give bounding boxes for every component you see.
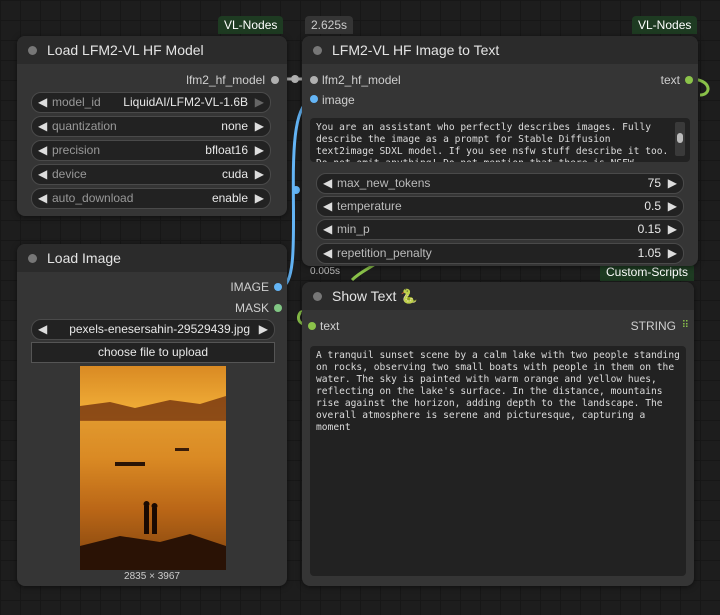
repetition-penalty-number[interactable]: ◀ repetition_penalty 1.05 ▶	[316, 243, 684, 264]
right-arrow-icon[interactable]: ▶	[668, 244, 677, 263]
node-title: Load Image	[47, 250, 121, 266]
prompt-textarea[interactable]: You are an assistant who perfectly descr…	[310, 118, 690, 162]
show-text-node[interactable]: Show Text 🐍 text STRING ⠿ A tranquil sun…	[302, 282, 694, 586]
left-arrow-icon[interactable]: ◀	[323, 197, 332, 216]
left-arrow-icon[interactable]: ◀	[38, 165, 47, 184]
right-arrow-icon[interactable]: ▶	[668, 197, 677, 216]
text-output-label: text	[660, 73, 680, 87]
output-label: lfm2_hf_model	[186, 73, 265, 87]
right-arrow-icon[interactable]: ▶	[255, 117, 264, 136]
image-output-label: IMAGE	[230, 280, 269, 294]
image-to-text-node[interactable]: LFM2-VL HF Image to Text lfm2_hf_model i…	[302, 36, 698, 266]
left-arrow-icon[interactable]: ◀	[38, 93, 47, 112]
model-input-label: lfm2_hf_model	[322, 73, 401, 87]
collapse-dot[interactable]	[313, 46, 322, 55]
image-to-text-header[interactable]: LFM2-VL HF Image to Text	[302, 36, 698, 64]
node-title: LFM2-VL HF Image to Text	[332, 42, 500, 58]
device-combo[interactable]: ◀ device cuda ▶	[31, 164, 271, 185]
load-image-header[interactable]: Load Image	[17, 244, 287, 272]
right-arrow-icon[interactable]: ▶	[668, 220, 677, 239]
collapse-dot[interactable]	[313, 292, 322, 301]
execution-time-top: 2.625s	[305, 16, 354, 34]
quantization-combo[interactable]: ◀ quantization none ▶	[31, 116, 271, 137]
text-output-dot[interactable]	[685, 76, 693, 84]
textarea-scrollbar[interactable]	[675, 122, 685, 156]
node-title: Load LFM2-VL HF Model	[47, 42, 204, 58]
text-input-dot[interactable]	[308, 322, 316, 330]
model-link-midpoint	[291, 75, 299, 83]
image-output-dot[interactable]	[274, 283, 282, 291]
vl-nodes-tag-right: VL-Nodes	[632, 16, 698, 34]
upload-button[interactable]: choose file to upload	[31, 342, 275, 363]
image-input-label: image	[322, 93, 355, 107]
grid-output-icon[interactable]: ⠿	[682, 320, 689, 331]
model-input-dot[interactable]	[310, 76, 318, 84]
image-preview	[80, 366, 226, 570]
image-link-midpoint	[292, 186, 300, 194]
min-p-number[interactable]: ◀ min_p 0.15 ▶	[316, 219, 684, 240]
image-dimensions: 2835 × 3967	[124, 571, 180, 582]
left-arrow-icon[interactable]: ◀	[323, 220, 332, 239]
right-arrow-icon[interactable]: ▶	[668, 174, 677, 193]
right-arrow-icon[interactable]: ▶	[255, 189, 264, 208]
model-id-combo[interactable]: ◀ model_id LiquidAI/LFM2-VL-1.6B ▶	[31, 92, 271, 113]
max-new-tokens-number[interactable]: ◀ max_new_tokens 75 ▶	[316, 173, 684, 194]
collapse-dot[interactable]	[28, 254, 37, 263]
output-dot[interactable]	[271, 76, 279, 84]
temperature-number[interactable]: ◀ temperature 0.5 ▶	[316, 196, 684, 217]
left-arrow-icon[interactable]: ◀	[38, 189, 47, 208]
right-arrow-icon[interactable]: ▶	[259, 320, 268, 339]
left-arrow-icon[interactable]: ◀	[38, 141, 47, 160]
load-model-header[interactable]: Load LFM2-VL HF Model	[17, 36, 287, 64]
image-file-combo[interactable]: ◀ pexels-enesersahin-29529439.jpg ▶	[31, 319, 275, 340]
show-text-header[interactable]: Show Text 🐍	[302, 282, 694, 310]
mask-output-label: MASK	[234, 301, 269, 315]
load-model-node[interactable]: Load LFM2-VL HF Model lfm2_hf_model ◀ mo…	[17, 36, 287, 216]
left-arrow-icon[interactable]: ◀	[323, 244, 332, 263]
precision-combo[interactable]: ◀ precision bfloat16 ▶	[31, 140, 271, 161]
left-arrow-icon[interactable]: ◀	[38, 320, 47, 339]
load-image-node[interactable]: Load Image IMAGE MASK ◀ pexels-enesersah…	[17, 244, 287, 586]
right-arrow-icon[interactable]: ▶	[255, 165, 264, 184]
node-title: Show Text 🐍	[332, 288, 418, 304]
left-arrow-icon[interactable]: ◀	[323, 174, 332, 193]
auto-download-combo[interactable]: ◀ auto_download enable ▶	[31, 188, 271, 209]
left-arrow-icon[interactable]: ◀	[38, 117, 47, 136]
image-input-dot[interactable]	[310, 95, 318, 103]
vl-nodes-tag-left: VL-Nodes	[218, 16, 284, 34]
text-input-label: text	[320, 319, 340, 333]
mask-output-dot[interactable]	[274, 304, 282, 312]
string-output-label: STRING	[630, 319, 676, 333]
right-arrow-icon[interactable]: ▶	[255, 141, 264, 160]
collapse-dot[interactable]	[28, 46, 37, 55]
right-arrow-icon[interactable]: ▶	[255, 93, 264, 112]
output-textarea[interactable]: A tranquil sunset scene by a calm lake w…	[310, 346, 686, 576]
